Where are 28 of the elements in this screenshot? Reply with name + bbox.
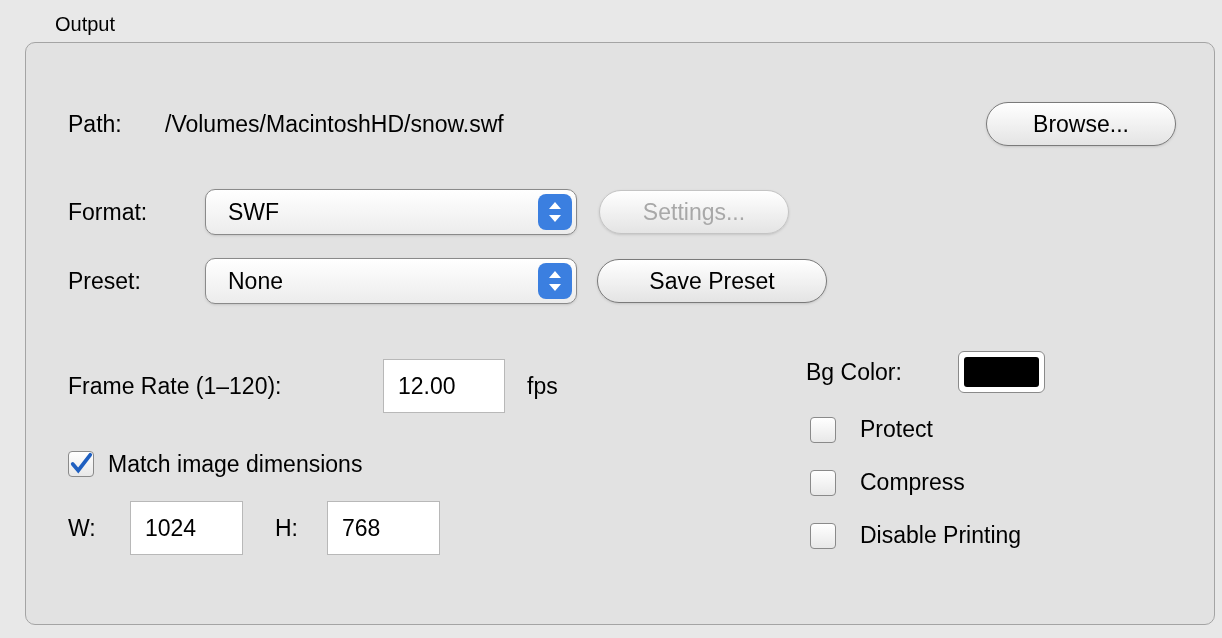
field-label: H: xyxy=(275,513,299,543)
checkbox-label: Compress xyxy=(860,468,965,498)
path-value: /Volumes/MacintoshHD/snow.swf xyxy=(165,109,504,139)
checkbox-label: Disable Printing xyxy=(860,521,1022,551)
push-button[interactable]: Save Preset xyxy=(597,259,827,303)
popup-menu[interactable]: None xyxy=(205,258,577,304)
checkbox[interactable] xyxy=(810,469,836,496)
field-label: Bg Color: xyxy=(806,357,903,387)
input-field[interactable]: 768 xyxy=(327,501,440,555)
checkbox[interactable] xyxy=(68,451,94,477)
input-field[interactable]: 1024 xyxy=(130,501,243,555)
checkbox[interactable] xyxy=(810,522,836,549)
popup-menu[interactable]: SWF xyxy=(205,189,577,235)
stepper-arrows-icon xyxy=(538,194,572,230)
stepper-arrows-icon xyxy=(538,263,572,299)
checkbox-label: Protect xyxy=(860,415,933,445)
color-well[interactable] xyxy=(958,351,1045,393)
checkbox[interactable] xyxy=(810,416,836,443)
field-label: Path: xyxy=(68,109,123,139)
field-label: Frame Rate (1–120): xyxy=(68,371,283,401)
checkbox-label: Match image dimensions xyxy=(108,449,363,479)
field-label: Format: xyxy=(68,197,149,227)
section-title: Output xyxy=(55,12,116,37)
field-label: W: xyxy=(68,513,97,543)
push-button[interactable]: Browse... xyxy=(986,102,1176,146)
input-field[interactable]: 12.00 xyxy=(383,359,505,413)
field-label: Preset: xyxy=(68,266,142,296)
unit-label: fps xyxy=(527,371,558,401)
